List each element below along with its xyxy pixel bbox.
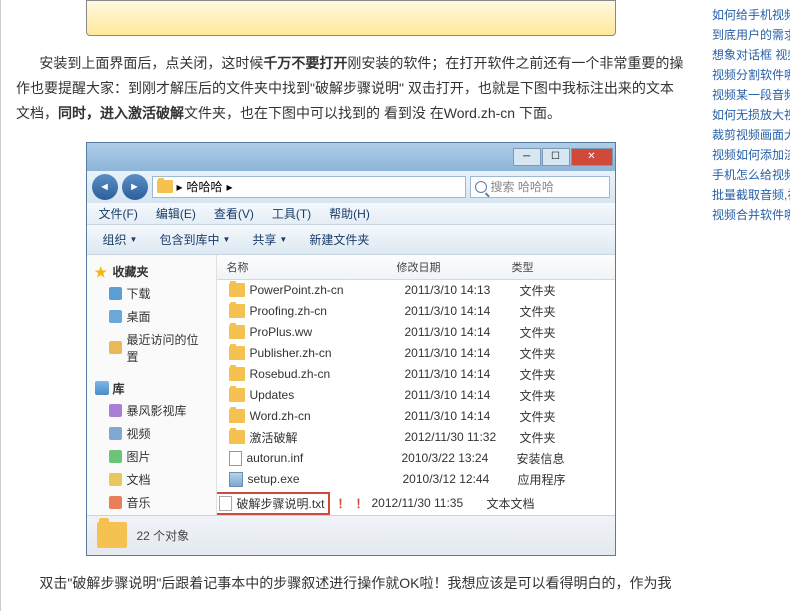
search-input[interactable]: 搜索 哈哈哈 (470, 176, 610, 198)
item-icon (109, 287, 122, 300)
folder-icon (157, 180, 173, 193)
chevron-down-icon: ▼ (222, 235, 230, 244)
include-library-button[interactable]: 包含到库中 ▼ (149, 228, 240, 251)
menu-view[interactable]: 查看(V) (206, 203, 262, 224)
related-link[interactable]: 手机怎么给视频加音 (712, 165, 790, 185)
minimize-button[interactable]: ─ (513, 148, 541, 166)
top-screenshot-placeholder (86, 0, 616, 36)
file-row[interactable]: setup.exe2010/3/12 12:44应用程序 (217, 469, 615, 490)
folder-icon (97, 522, 127, 548)
explorer-window: ─ ☐ ✕ ◄ ► ▸ 哈哈哈 ▸ 搜索 哈哈哈 文件(F) 编辑(E) 查看(… (86, 142, 616, 556)
menu-file[interactable]: 文件(F) (91, 203, 146, 224)
file-icon (229, 304, 245, 318)
related-link[interactable]: 裁剪视频画面大小 (712, 125, 790, 145)
breadcrumb-folder[interactable]: 哈哈哈 (187, 178, 223, 195)
item-icon (109, 450, 122, 463)
related-link[interactable]: 如何给手机视频加 (712, 5, 790, 25)
related-link[interactable]: 视频合并软件哪个 (712, 205, 790, 225)
item-icon (109, 473, 122, 486)
file-list: 名称 修改日期 类型 PowerPoint.zh-cn2011/3/10 14:… (217, 255, 615, 515)
file-icon (229, 388, 245, 402)
related-link[interactable]: 视频某一段音频添 (712, 85, 790, 105)
file-row[interactable]: Word.zh-cn2011/3/10 14:14文件夹 (217, 406, 615, 427)
address-input[interactable]: ▸ 哈哈哈 ▸ (152, 176, 466, 198)
sidebar-item[interactable]: 音乐 (91, 491, 212, 514)
chevron-down-icon: ▼ (130, 235, 138, 244)
sidebar-item[interactable]: 视频 (91, 422, 212, 445)
related-link[interactable]: 到底用户的需求是什 (712, 25, 790, 45)
file-icon (229, 409, 245, 423)
file-row[interactable]: Rosebud.zh-cn2011/3/10 14:14文件夹 (217, 364, 615, 385)
file-icon (229, 451, 242, 466)
search-icon (475, 181, 487, 193)
sidebar-item[interactable]: 优酷影视库 (91, 514, 212, 515)
breadcrumb-sep: ▸ (177, 180, 183, 194)
item-icon (109, 310, 122, 323)
sidebar-item[interactable]: 文档 (91, 468, 212, 491)
col-type[interactable]: 类型 (512, 259, 602, 275)
file-icon (229, 346, 245, 360)
file-row[interactable]: Proofing.zh-cn2011/3/10 14:14文件夹 (217, 301, 615, 322)
sidebar-item[interactable]: 下载 (91, 282, 212, 305)
file-row[interactable]: Publisher.zh-cn2011/3/10 14:14文件夹 (217, 343, 615, 364)
menu-bar: 文件(F) 编辑(E) 查看(V) 工具(T) 帮助(H) (87, 203, 615, 225)
related-link[interactable]: 视频分割软件哪个 (712, 65, 790, 85)
status-bar: 22 个对象 (87, 515, 615, 555)
file-icon (229, 325, 245, 339)
sidebar-favorites[interactable]: ★ 收藏夹 (91, 261, 212, 282)
back-button[interactable]: ◄ (92, 174, 118, 200)
share-button[interactable]: 共享 ▼ (242, 228, 297, 251)
related-link[interactable]: 想象对话框 视频加 (712, 45, 790, 65)
related-link[interactable]: 如何无损放大视频画 (712, 105, 790, 125)
chevron-down-icon: ▼ (279, 235, 287, 244)
file-icon (229, 430, 245, 444)
item-icon (109, 341, 122, 354)
new-folder-button[interactable]: 新建文件夹 (299, 228, 379, 251)
col-name[interactable]: 名称 (217, 259, 397, 275)
column-header: 名称 修改日期 类型 (217, 255, 615, 280)
breadcrumb-sep: ▸ (227, 180, 233, 194)
file-row[interactable]: 激活破解2012/11/30 11:32文件夹 (217, 427, 615, 448)
library-icon (95, 381, 109, 395)
sidebar-item[interactable]: 图片 (91, 445, 212, 468)
sidebar-library[interactable]: 库 (91, 378, 212, 399)
forward-button[interactable]: ► (122, 174, 148, 200)
related-link[interactable]: 视频如何添加淡入淡 (712, 145, 790, 165)
item-icon (109, 404, 122, 417)
item-icon (109, 496, 122, 509)
organize-button[interactable]: 组织 ▼ (93, 228, 148, 251)
maximize-button[interactable]: ☐ (542, 148, 570, 166)
item-icon (109, 427, 122, 440)
file-row[interactable]: PowerPoint.zh-cn2011/3/10 14:13文件夹 (217, 280, 615, 301)
sidebar: ★ 收藏夹 下载桌面最近访问的位置 库 暴风影视库视频图片文档音乐优酷影视库 (87, 255, 217, 515)
menu-help[interactable]: 帮助(H) (321, 203, 378, 224)
file-row[interactable]: autorun.inf2010/3/22 13:24安装信息 (217, 448, 615, 469)
address-bar: ◄ ► ▸ 哈哈哈 ▸ 搜索 哈哈哈 (87, 171, 615, 203)
close-button[interactable]: ✕ (571, 148, 613, 166)
sidebar-item[interactable]: 最近访问的位置 (91, 328, 212, 368)
window-titlebar[interactable]: ─ ☐ ✕ (87, 143, 615, 171)
sidebar-item[interactable]: 桌面 (91, 305, 212, 328)
status-text: 22 个对象 (137, 527, 190, 544)
right-sidebar: 如何给手机视频加到底用户的需求是什想象对话框 视频加视频分割软件哪个视频某一段音… (700, 0, 790, 225)
file-icon (229, 283, 245, 297)
star-icon: ★ (95, 264, 109, 278)
highlight-marker: ！！！ (338, 495, 372, 512)
menu-tools[interactable]: 工具(T) (264, 203, 319, 224)
file-row[interactable]: Updates2011/3/10 14:14文件夹 (217, 385, 615, 406)
file-icon (229, 367, 245, 381)
file-row[interactable]: ProPlus.ww2011/3/10 14:14文件夹 (217, 322, 615, 343)
article-paragraph-2: 双击"破解步骤说明"后跟着记事本中的步骤叙述进行操作就OK啦！我想应该是可以看得… (16, 571, 685, 596)
toolbar: 组织 ▼ 包含到库中 ▼ 共享 ▼ 新建文件夹 (87, 225, 615, 255)
sidebar-item[interactable]: 暴风影视库 (91, 399, 212, 422)
file-icon (229, 472, 243, 487)
col-date[interactable]: 修改日期 (397, 259, 512, 275)
file-row[interactable]: 破解步骤说明.txt！！！2012/11/30 11:35文本文档 (217, 490, 615, 515)
file-icon (219, 496, 232, 511)
article-paragraph-1: 安装到上面界面后，点关闭，这时候千万不要打开刚安装的软件；在打开软件之前还有一个… (16, 51, 685, 127)
menu-edit[interactable]: 编辑(E) (148, 203, 204, 224)
related-link[interactable]: 批量截取音频,视频 (712, 185, 790, 205)
